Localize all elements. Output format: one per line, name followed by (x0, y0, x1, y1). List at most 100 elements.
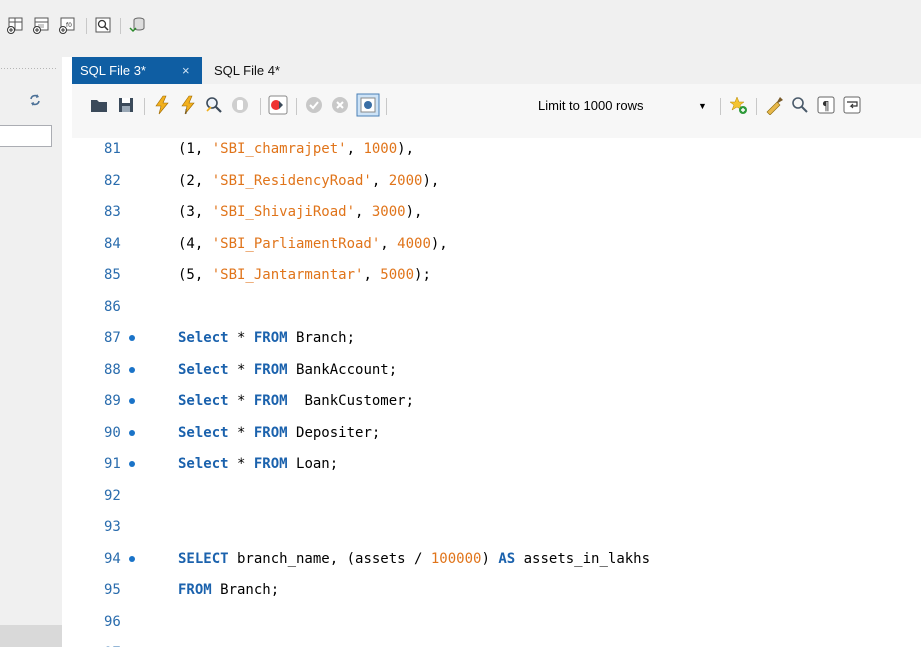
code-line[interactable]: 86 (72, 296, 921, 327)
svg-text:¶: ¶ (822, 99, 830, 113)
code-token-plain: * (228, 456, 254, 472)
code-token-punct: ), (405, 204, 423, 220)
commit-icon[interactable] (304, 95, 324, 115)
reconnect-db-icon[interactable] (128, 16, 146, 34)
code-text: (1, 'SBI_chamrajpet', 1000), (178, 140, 414, 158)
statement-marker-icon[interactable] (129, 335, 135, 341)
code-token-kw: FROM (253, 424, 288, 441)
create-function-icon[interactable]: f0 (58, 16, 76, 34)
code-line[interactable]: 87 Select * FROM Branch; (72, 327, 921, 358)
statement-marker-icon[interactable] (129, 555, 135, 562)
code-token-num: 1000 (363, 141, 398, 157)
code-token-punct: (3, (178, 204, 212, 220)
code-text: (5, 'SBI_Jantarmantar', 5000); (178, 266, 431, 284)
toolbar-separator (756, 98, 757, 115)
word-wrap-icon[interactable] (842, 95, 862, 115)
code-text: Select * FROM Depositer; (178, 424, 380, 442)
tab-sql-file-4[interactable]: SQL File 4* (206, 57, 316, 84)
tab-label: SQL File 4* (214, 63, 280, 78)
toggle-continue-icon[interactable] (268, 95, 288, 115)
schema-filter-input[interactable] (0, 125, 52, 147)
code-token-punct: (2, (178, 172, 212, 189)
code-line[interactable]: 93 (72, 516, 921, 547)
code-line[interactable]: 94 SELECT branch_name, (assets / 100000) … (72, 548, 921, 579)
add-snippet-icon[interactable] (728, 95, 748, 115)
code-token-plain: BankCustomer; (287, 393, 415, 409)
statement-marker-icon[interactable] (129, 429, 135, 436)
code-token-str: 'SBI_Jantarmantar' (211, 267, 364, 283)
code-token-kw: AS (498, 550, 516, 567)
line-number: 84 (104, 235, 121, 252)
code-line[interactable]: 82 (2, 'SBI_ResidencyRoad', 2000), (72, 170, 921, 201)
code-line[interactable]: 96 (72, 611, 921, 642)
line-number: 86 (104, 298, 121, 315)
code-line[interactable]: 88 Select * FROM BankAccount; (72, 359, 921, 390)
code-token-str: 'SBI_chamrajpet' (211, 141, 347, 157)
panel-footer (0, 625, 62, 647)
code-text: (2, 'SBI_ResidencyRoad', 2000), (178, 172, 439, 190)
save-icon[interactable] (116, 95, 136, 115)
code-token-punct: , (371, 172, 389, 189)
code-token-plain: * (228, 361, 254, 378)
line-number: 93 (104, 519, 121, 535)
code-line[interactable]: 85 (5, 'SBI_Jantarmantar', 5000); (72, 264, 921, 295)
execute-icon[interactable] (152, 95, 172, 115)
main-toolbar: f0 (0, 0, 921, 57)
execute-current-icon[interactable]: I (178, 95, 198, 115)
autocommit-icon[interactable] (356, 93, 380, 117)
editor-tab-bar: SQL File 3* × SQL File 4* (72, 57, 921, 84)
line-number: 85 (104, 267, 121, 283)
create-table-icon[interactable] (6, 16, 24, 34)
code-text: Select * FROM Loan; (178, 455, 338, 473)
line-number: 90 (104, 424, 121, 441)
statement-marker-icon[interactable] (129, 398, 135, 404)
line-number: 96 (104, 613, 121, 630)
code-line[interactable]: 83 (3, 'SBI_ShivajiRoad', 3000), (72, 201, 921, 232)
code-token-num: 5000 (380, 267, 415, 283)
code-line[interactable]: 90 Select * FROM Depositer; (72, 422, 921, 453)
code-text: (4, 'SBI_ParliamentRoad', 4000), (178, 235, 448, 253)
code-token-kw: FROM (253, 361, 288, 378)
statement-marker-icon[interactable] (129, 461, 135, 467)
code-line[interactable]: 89 Select * FROM BankCustomer; (72, 390, 921, 421)
code-line[interactable]: 95 FROM Branch; (72, 579, 921, 610)
find-icon[interactable] (790, 95, 810, 115)
refresh-icon[interactable] (28, 93, 42, 107)
code-text: FROM Branch; (178, 581, 279, 599)
tab-sql-file-3[interactable]: SQL File 3* × (72, 57, 202, 84)
stop-icon[interactable] (230, 95, 250, 115)
svg-text:f0: f0 (66, 22, 72, 29)
code-text: Select * FROM Branch; (178, 329, 355, 347)
code-text: Select * FROM BankCustomer; (178, 392, 414, 410)
search-table-data-icon[interactable] (94, 16, 112, 34)
code-token-plain: BankAccount; (287, 361, 398, 378)
code-token-plain: * (228, 424, 254, 441)
code-line[interactable]: 92 (72, 485, 921, 516)
code-token-kw: Select (178, 456, 229, 472)
code-token-punct: , (355, 204, 372, 220)
limit-rows-select[interactable]: Limit to 1000 rows ▼ (532, 96, 716, 116)
code-line[interactable]: 97 (72, 642, 921, 647)
toolbar-separator (296, 98, 297, 115)
code-token-str: 'SBI_ResidencyRoad' (211, 172, 372, 189)
rollback-icon[interactable] (330, 95, 350, 115)
line-number: 83 (104, 204, 121, 220)
beautify-icon[interactable] (764, 95, 784, 115)
explain-icon[interactable] (204, 95, 224, 115)
create-view-icon[interactable] (32, 16, 50, 34)
statement-marker-icon[interactable] (129, 366, 135, 373)
code-token-kw: Select (178, 393, 229, 409)
code-line[interactable]: 81 (1, 'SBI_chamrajpet', 1000), (72, 138, 921, 169)
code-token-str: 'SBI_ParliamentRoad' (211, 235, 381, 252)
panel-grip[interactable] (0, 67, 56, 70)
sql-code-editor[interactable]: 81 (1, 'SBI_chamrajpet', 1000), 82 (2, 'SBI… (72, 138, 921, 647)
code-line[interactable]: 91 Select * FROM Loan; (72, 453, 921, 484)
toolbar-separator (86, 18, 87, 34)
toolbar-separator (144, 98, 145, 115)
line-number: 92 (104, 487, 121, 504)
open-folder-icon[interactable] (89, 95, 109, 115)
code-line[interactable]: 84 (4, 'SBI_ParliamentRoad', 4000), (72, 233, 921, 264)
line-number: 91 (104, 456, 121, 472)
close-icon[interactable]: × (182, 57, 190, 84)
invisible-chars-icon[interactable]: ¶ (816, 95, 836, 115)
